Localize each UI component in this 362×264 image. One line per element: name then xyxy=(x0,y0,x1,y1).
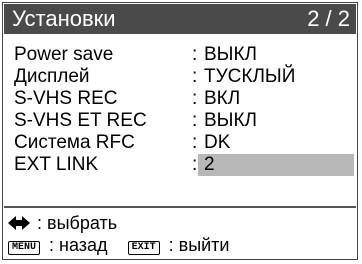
setting-ext-link[interactable]: EXT LINK : 2 xyxy=(14,154,354,176)
help-select-row: : выбрать xyxy=(8,212,348,234)
help-back-text: : назад xyxy=(49,235,108,255)
setting-svhs-et-rec[interactable]: S-VHS ET REC : ВЫКЛ xyxy=(14,110,354,132)
setting-colon: : xyxy=(192,154,198,175)
setting-display[interactable]: Дисплей : ТУСКЛЫЙ xyxy=(14,66,354,88)
setting-power-save[interactable]: Power save : ВЫКЛ xyxy=(14,44,354,66)
left-right-arrow-icon xyxy=(8,216,30,230)
menu-key-icon: MENU xyxy=(8,241,41,255)
page-indicator: 2 / 2 xyxy=(307,6,350,31)
setting-value: DK xyxy=(204,132,231,153)
setting-colon: : xyxy=(192,88,198,109)
settings-menu: Power save : ВЫКЛ Дисплей : ТУСКЛЫЙ S-VH… xyxy=(14,44,354,176)
footer-divider xyxy=(4,206,356,208)
setting-value: 2 xyxy=(204,154,215,175)
help-footer: : выбрать MENU : назад EXIT : выйти xyxy=(8,212,348,256)
setting-label: S-VHS ET REC xyxy=(14,110,147,131)
setting-colon: : xyxy=(192,44,198,65)
setting-colon: : xyxy=(192,110,198,131)
setting-value: ВЫКЛ xyxy=(204,44,258,65)
setting-rfc-system[interactable]: Система RFC : DK xyxy=(14,132,354,154)
setting-value: ВКЛ xyxy=(204,88,241,109)
setting-label: Power save xyxy=(14,44,114,65)
page-title: Установки xyxy=(12,6,116,31)
exit-key-icon: EXIT xyxy=(127,241,160,255)
help-select-text: : выбрать xyxy=(37,213,118,233)
setting-label: Система RFC xyxy=(14,132,135,153)
setting-label: S-VHS REC xyxy=(14,88,118,109)
setting-svhs-rec[interactable]: S-VHS REC : ВКЛ xyxy=(14,88,354,110)
setting-value: ВЫКЛ xyxy=(204,110,258,131)
setting-value: ТУСКЛЫЙ xyxy=(204,66,296,87)
help-exit-text: : выйти xyxy=(168,235,230,255)
setting-label: EXT LINK xyxy=(14,154,99,175)
title-bar: Установки 2 / 2 xyxy=(4,4,356,34)
setting-label: Дисплей xyxy=(14,66,90,87)
setting-colon: : xyxy=(192,66,198,87)
selection-highlight xyxy=(198,154,354,176)
help-nav-row: MENU : назад EXIT : выйти xyxy=(8,234,348,256)
setting-colon: : xyxy=(192,132,198,153)
